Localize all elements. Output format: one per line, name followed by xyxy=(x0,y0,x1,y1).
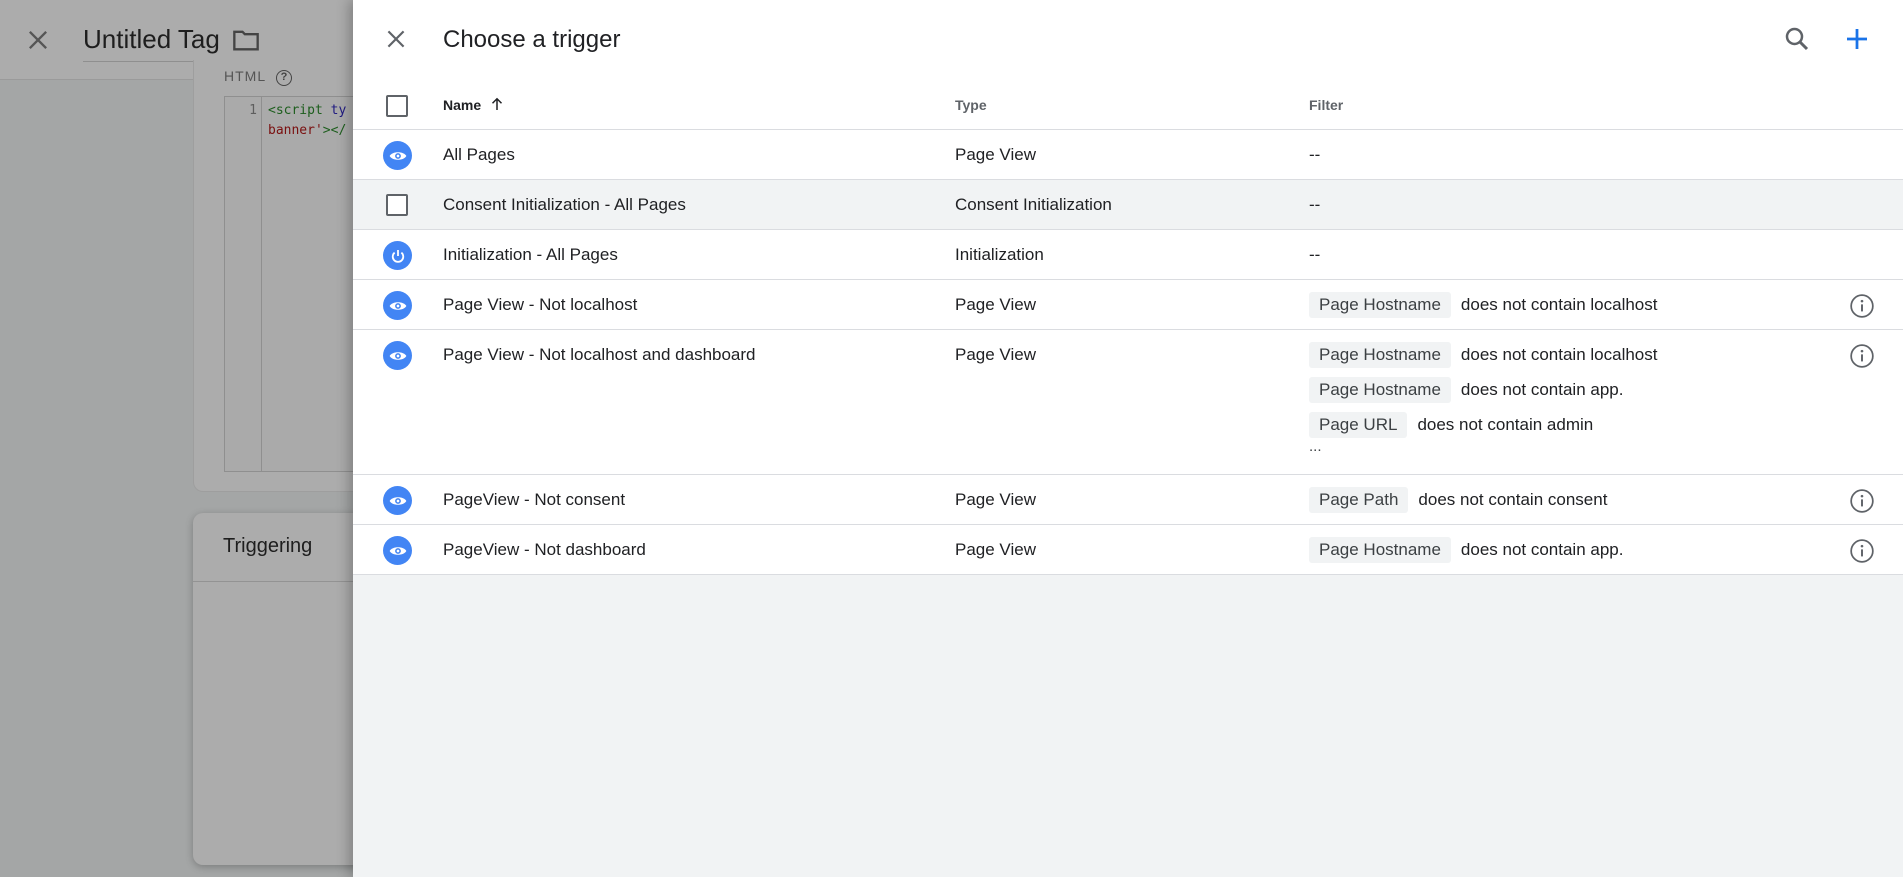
trigger-type: Page View xyxy=(955,345,1036,364)
filter-condition-text: does not contain localhost xyxy=(1460,344,1658,364)
trigger-name: Page View - Not localhost xyxy=(443,295,638,314)
trigger-filter: Page Path does not contain consent xyxy=(1309,486,1607,521)
column-header-name[interactable]: Name xyxy=(443,97,481,113)
trigger-filter: -- xyxy=(1309,245,1321,264)
filter-condition-text: does not contain app. xyxy=(1460,539,1624,559)
trigger-type: Page View xyxy=(955,295,1036,314)
choose-trigger-panel: Choose a trigger Name Type Filter All Pa… xyxy=(353,0,1903,877)
column-header-type[interactable]: Type xyxy=(955,97,987,113)
code-line: banner'></ xyxy=(268,123,346,138)
trigger-name: Initialization - All Pages xyxy=(443,245,618,264)
code-token: banner' xyxy=(268,123,323,138)
filter-condition-text: does not contain app. xyxy=(1460,379,1624,399)
search-icon[interactable] xyxy=(1782,24,1812,54)
tag-title[interactable]: Untitled Tag xyxy=(83,24,220,62)
select-all-checkbox[interactable] xyxy=(386,95,408,117)
column-header-filter: Filter xyxy=(1309,97,1344,113)
eye-icon xyxy=(383,486,412,515)
trigger-type: Initialization xyxy=(955,245,1044,264)
trigger-filter: Page Hostname does not contain localhost… xyxy=(1309,341,1658,455)
line-number: 1 xyxy=(249,103,257,118)
trigger-filter: Page Hostname does not contain localhost xyxy=(1309,291,1658,326)
trigger-filter: Page Hostname does not contain app. xyxy=(1309,536,1623,571)
filter-variable-chip: Page URL xyxy=(1309,411,1408,438)
plus-icon[interactable] xyxy=(1842,24,1872,54)
power-icon xyxy=(383,241,412,270)
eye-icon xyxy=(383,291,412,320)
trigger-type: Page View xyxy=(955,490,1036,509)
panel-header: Choose a trigger xyxy=(353,0,1903,82)
table-row[interactable]: Consent Initialization - All Pages Conse… xyxy=(353,180,1903,230)
filter-condition: Page Hostname does not contain localhost xyxy=(1309,291,1658,318)
trigger-filter: -- xyxy=(1309,145,1321,164)
info-icon[interactable] xyxy=(1849,293,1875,319)
trigger-type: Page View xyxy=(955,540,1036,559)
code-token: <script xyxy=(268,103,331,118)
code-token: ></ xyxy=(322,123,347,138)
eye-icon xyxy=(383,141,412,170)
trigger-name: Page View - Not localhost and dashboard xyxy=(443,345,756,364)
filter-variable-chip: Page Hostname xyxy=(1309,376,1451,403)
filter-condition: Page URL does not contain admin xyxy=(1309,411,1658,438)
eye-icon xyxy=(383,341,412,370)
filter-condition-text: does not contain admin xyxy=(1417,414,1594,434)
table-row[interactable]: All Pages Page View -- xyxy=(353,130,1903,180)
info-icon[interactable] xyxy=(1849,538,1875,564)
table-row[interactable]: PageView - Not dashboard Page View Page … xyxy=(353,525,1903,575)
filter-condition-text: does not contain localhost xyxy=(1460,294,1658,314)
trigger-name: PageView - Not dashboard xyxy=(443,540,646,559)
triggers-table: Name Type Filter All Pages Page View -- … xyxy=(353,82,1903,575)
table-row[interactable]: PageView - Not consent Page View Page Pa… xyxy=(353,475,1903,525)
filter-condition: Page Hostname does not contain app. xyxy=(1309,376,1658,403)
help-icon[interactable]: ? xyxy=(276,70,292,86)
row-checkbox[interactable] xyxy=(386,194,408,216)
trigger-name: Consent Initialization - All Pages xyxy=(443,195,686,214)
filter-condition-text: does not contain consent xyxy=(1418,489,1608,509)
filter-condition: Page Hostname does not contain app. xyxy=(1309,536,1623,563)
eye-icon xyxy=(383,536,412,565)
trigger-name: All Pages xyxy=(443,145,515,164)
table-row[interactable]: Initialization - All Pages Initializatio… xyxy=(353,230,1903,280)
close-icon[interactable] xyxy=(383,26,409,52)
filter-variable-chip: Page Path xyxy=(1309,486,1409,513)
arrow-up-icon[interactable] xyxy=(488,95,506,113)
code-line: <script ty xyxy=(268,103,346,118)
close-icon[interactable] xyxy=(24,26,52,54)
trigger-type: Page View xyxy=(955,145,1036,164)
info-icon[interactable] xyxy=(1849,343,1875,369)
filter-variable-chip: Page Hostname xyxy=(1309,291,1451,318)
filter-variable-chip: Page Hostname xyxy=(1309,536,1451,563)
filter-variable-chip: Page Hostname xyxy=(1309,341,1451,368)
filter-condition: Page Path does not contain consent xyxy=(1309,486,1607,513)
folder-icon[interactable] xyxy=(232,28,260,52)
info-icon[interactable] xyxy=(1849,488,1875,514)
table-row[interactable]: Page View - Not localhost Page View Page… xyxy=(353,280,1903,330)
table-header: Name Type Filter xyxy=(353,82,1903,130)
trigger-name: PageView - Not consent xyxy=(443,490,626,509)
trigger-filter: -- xyxy=(1309,195,1321,214)
trigger-type: Consent Initialization xyxy=(955,195,1112,214)
code-token: ty xyxy=(330,103,347,118)
panel-title: Choose a trigger xyxy=(443,26,621,53)
html-label: HTML xyxy=(224,68,267,84)
code-gutter: 1 xyxy=(225,97,262,471)
more-conditions-ellipsis: ... xyxy=(1309,438,1322,455)
table-row[interactable]: Page View - Not localhost and dashboard … xyxy=(353,330,1903,475)
triggering-title: Triggering xyxy=(223,535,313,557)
filter-condition: Page Hostname does not contain localhost xyxy=(1309,341,1658,368)
